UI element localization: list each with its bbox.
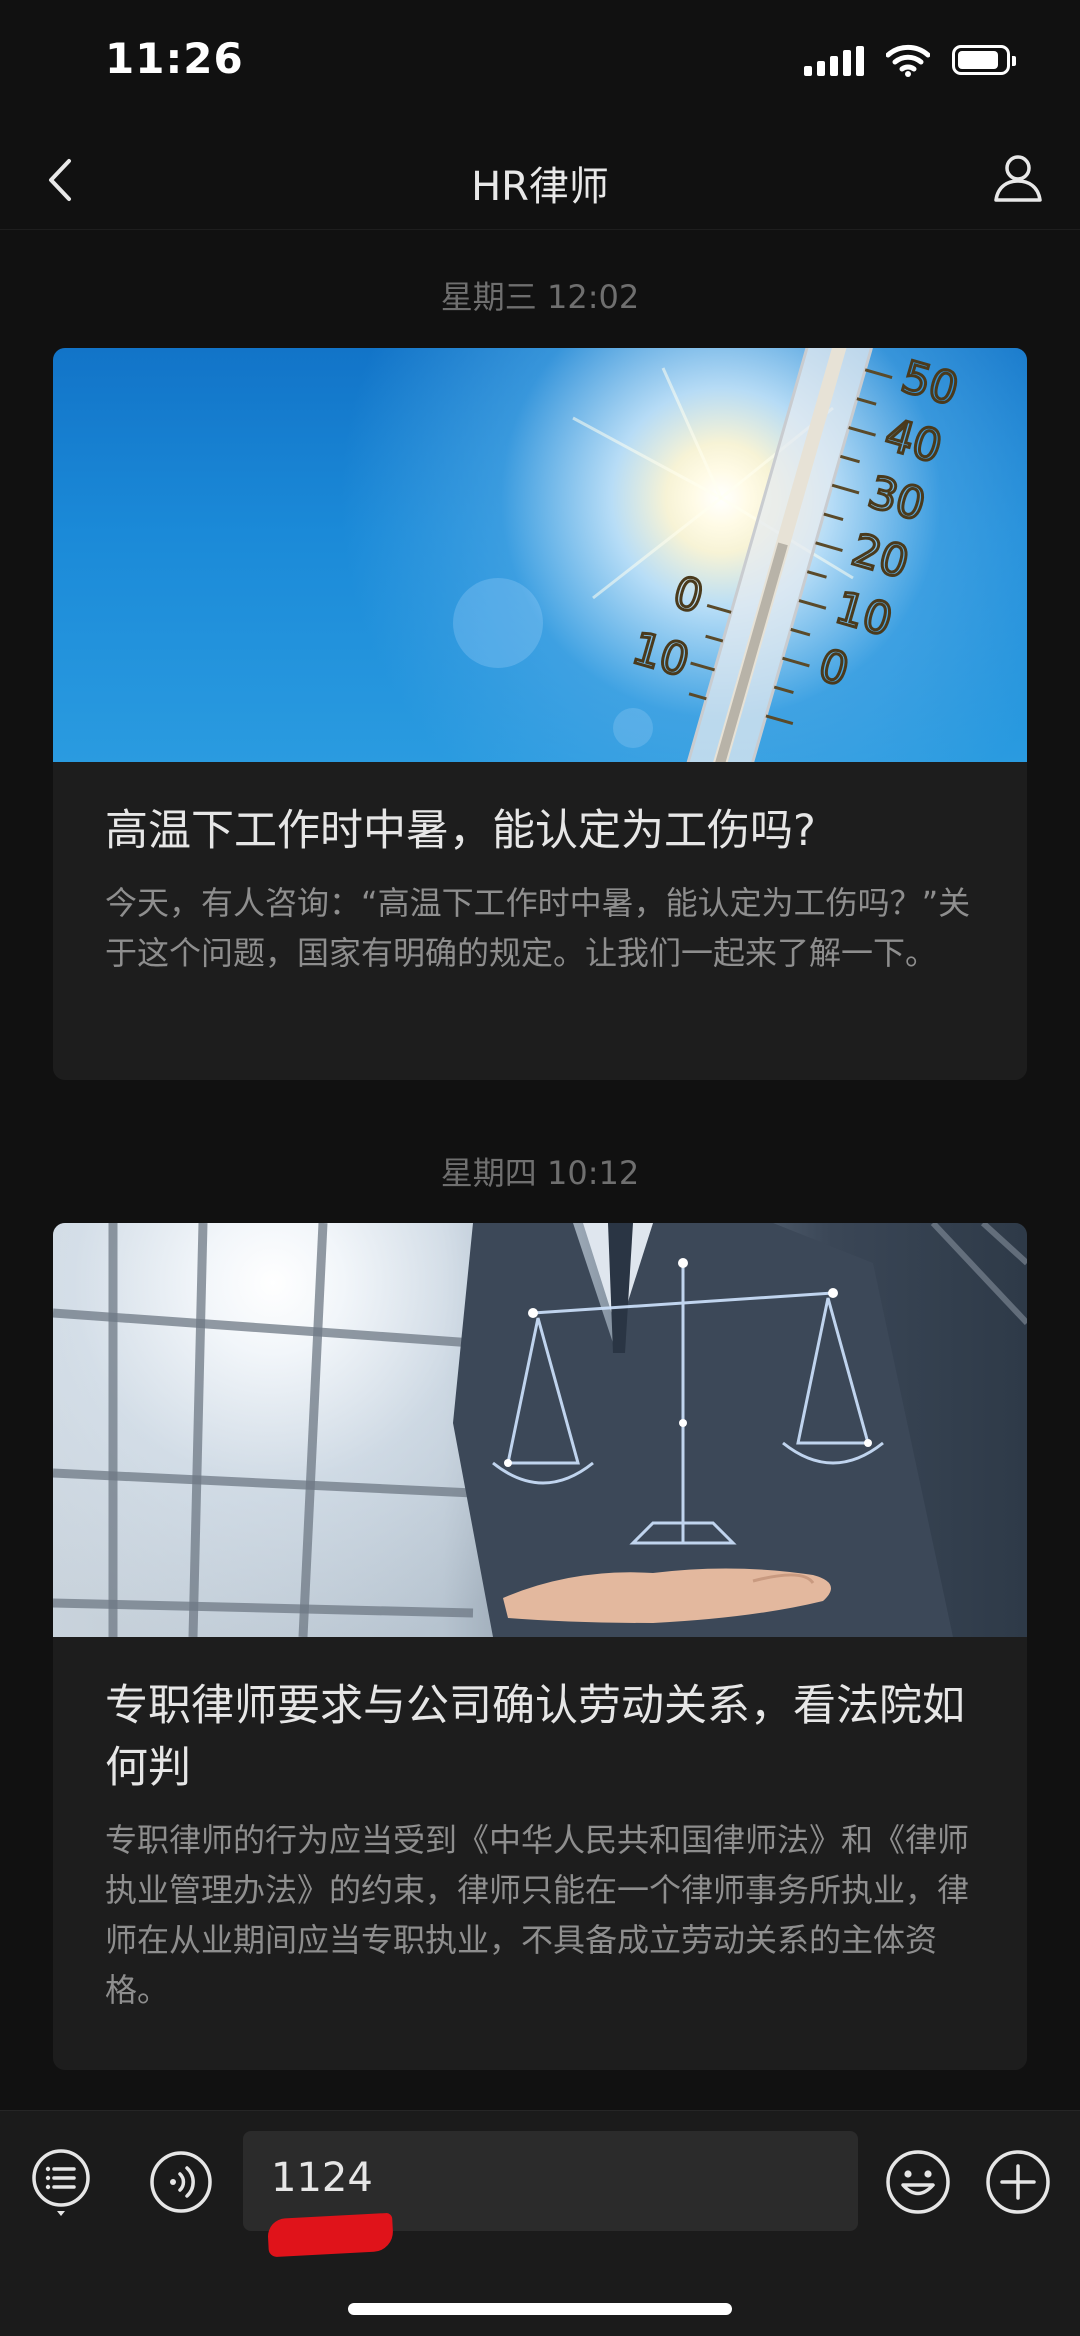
article-title: 高温下工作时中暑，能认定为工伤吗? bbox=[105, 806, 816, 856]
red-redaction-mark bbox=[267, 2212, 394, 2258]
page-title: HR律师 bbox=[471, 164, 609, 210]
article-description: 今天，有人咨询：“高温下工作时中暑，能认定为工伤吗？”关于这个问题，国家有明确的… bbox=[105, 884, 971, 972]
voice-button[interactable] bbox=[146, 2147, 216, 2217]
person-icon bbox=[994, 155, 1042, 202]
chat-screen: 11:26 HR律师 星期三 12:02 50 40 30 20 10 0 0 … bbox=[0, 0, 1080, 2336]
message-input-value: 1124 bbox=[271, 2155, 373, 2201]
nav-bar: HR律师 bbox=[0, 130, 1080, 230]
article-body: 专职律师要求与公司确认劳动关系，看法院如何判 专职律师的行为应当受到《中华人民共… bbox=[53, 1637, 1027, 2055]
menu-icon bbox=[32, 2149, 90, 2216]
add-button[interactable] bbox=[983, 2147, 1053, 2217]
thermometer-label: 20 bbox=[846, 524, 914, 588]
menu-button[interactable] bbox=[26, 2143, 96, 2223]
voice-icon bbox=[150, 2151, 212, 2213]
article-title: 专职律师要求与公司确认劳动关系，看法院如何判 bbox=[105, 1681, 965, 1793]
thermometer-label: 0 bbox=[668, 567, 709, 624]
article-body: 高温下工作时中暑，能认定为工伤吗? 今天，有人咨询：“高温下工作时中暑，能认定为… bbox=[53, 762, 1027, 1018]
article-card[interactable]: 专职律师要求与公司确认劳动关系，看法院如何判 专职律师的行为应当受到《中华人民共… bbox=[53, 1223, 1027, 2070]
battery-icon bbox=[952, 45, 1016, 75]
thermometer-label: 50 bbox=[896, 351, 964, 415]
message-timestamp: 星期三 12:02 bbox=[440, 278, 640, 316]
article-image bbox=[53, 1223, 1027, 1637]
message-timestamp: 星期四 10:12 bbox=[440, 1154, 640, 1192]
emoji-button[interactable] bbox=[883, 2147, 953, 2217]
thermometer-label: 0 bbox=[813, 640, 854, 697]
status-bar: 11:26 bbox=[0, 0, 1080, 130]
article-description: 专职律师的行为应当受到《中华人民共和国律师法》和《律师执业管理办法》的约束，律师… bbox=[105, 1821, 970, 2009]
thermometer-label: 10 bbox=[830, 582, 898, 646]
cellular-signal-icon bbox=[804, 44, 864, 76]
emoji-icon bbox=[886, 2150, 950, 2214]
wifi-icon bbox=[886, 44, 930, 77]
article-image: 50 40 30 20 10 0 0 10 bbox=[53, 348, 1027, 762]
thermometer-label: 40 bbox=[879, 409, 947, 473]
home-indicator[interactable] bbox=[348, 2303, 732, 2315]
status-time: 11:26 bbox=[105, 34, 244, 83]
article-card[interactable]: 50 40 30 20 10 0 0 10 高温下工作时中暑，能认定为工伤吗? … bbox=[53, 348, 1027, 1080]
profile-button[interactable] bbox=[986, 146, 1050, 210]
add-icon bbox=[986, 2150, 1050, 2214]
status-icons bbox=[804, 40, 1016, 80]
thermometer-label: 10 bbox=[627, 623, 695, 687]
thermometer-label: 30 bbox=[863, 467, 931, 531]
